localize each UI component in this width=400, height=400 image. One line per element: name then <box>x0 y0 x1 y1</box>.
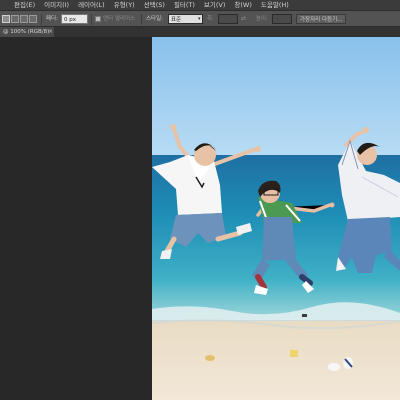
canvas-workspace[interactable] <box>0 37 400 400</box>
menu-select[interactable]: 선택(S) <box>144 0 165 10</box>
width-input[interactable] <box>218 14 238 24</box>
chevron-down-icon: ▾ <box>198 16 201 22</box>
feather-label: 페더: <box>46 16 58 22</box>
menu-edit[interactable]: 편집(E) <box>14 0 35 10</box>
sky <box>152 37 400 157</box>
intersect-selection-icon[interactable] <box>29 15 37 23</box>
subtract-selection-icon[interactable] <box>20 15 28 23</box>
sand <box>152 321 400 400</box>
divider <box>41 14 42 25</box>
divider <box>91 14 92 25</box>
new-selection-icon[interactable] <box>2 15 10 23</box>
options-bar: 페더: 0 px 앤티 앨리어스 스타일: 표준 ▾ 폭: ⇄ 높이: 가장자리… <box>0 10 400 27</box>
menu-bar: 편집(E) 이미지(I) 레이어(L) 유형(Y) 선택(S) 필터(T) 보기(V) 창(W… <box>0 0 400 10</box>
beach-item <box>302 314 307 317</box>
document-tab[interactable]: @ 100% (RGB/8) × <box>0 27 54 37</box>
width-label: 폭: <box>207 16 214 22</box>
menu-help[interactable]: 도움말(H) <box>261 0 289 10</box>
menu-window[interactable]: 창(W) <box>234 0 251 10</box>
menu-image[interactable]: 이미지(I) <box>44 0 69 10</box>
beach-item <box>290 350 298 357</box>
document-photo[interactable] <box>152 37 400 400</box>
feather-input[interactable]: 0 px <box>61 14 88 24</box>
divider <box>141 14 142 25</box>
beach-jump-photo <box>152 37 400 400</box>
document-tab-title: @ 100% (RGB/8) <box>3 29 50 35</box>
add-to-selection-icon[interactable] <box>11 15 19 23</box>
height-label: 높이: <box>256 16 268 22</box>
menu-layer[interactable]: 레이어(L) <box>78 0 105 10</box>
beach-item <box>205 355 215 361</box>
refine-edge-button[interactable]: 가장자리 다듬기... <box>296 14 347 24</box>
height-input[interactable] <box>272 14 292 24</box>
menu-view[interactable]: 보기(V) <box>204 0 225 10</box>
style-label: 스타일: <box>146 16 164 22</box>
antialias-label: 앤티 앨리어스 <box>103 16 136 22</box>
antialias-checkbox[interactable] <box>95 16 101 22</box>
swap-icon[interactable]: ⇄ <box>241 14 246 24</box>
shoe <box>328 363 340 371</box>
menu-type[interactable]: 유형(Y) <box>114 0 135 10</box>
close-icon[interactable]: × <box>48 27 53 37</box>
menu-filter[interactable]: 필터(T) <box>174 0 195 10</box>
document-tab-bar: @ 100% (RGB/8) × <box>0 27 400 37</box>
